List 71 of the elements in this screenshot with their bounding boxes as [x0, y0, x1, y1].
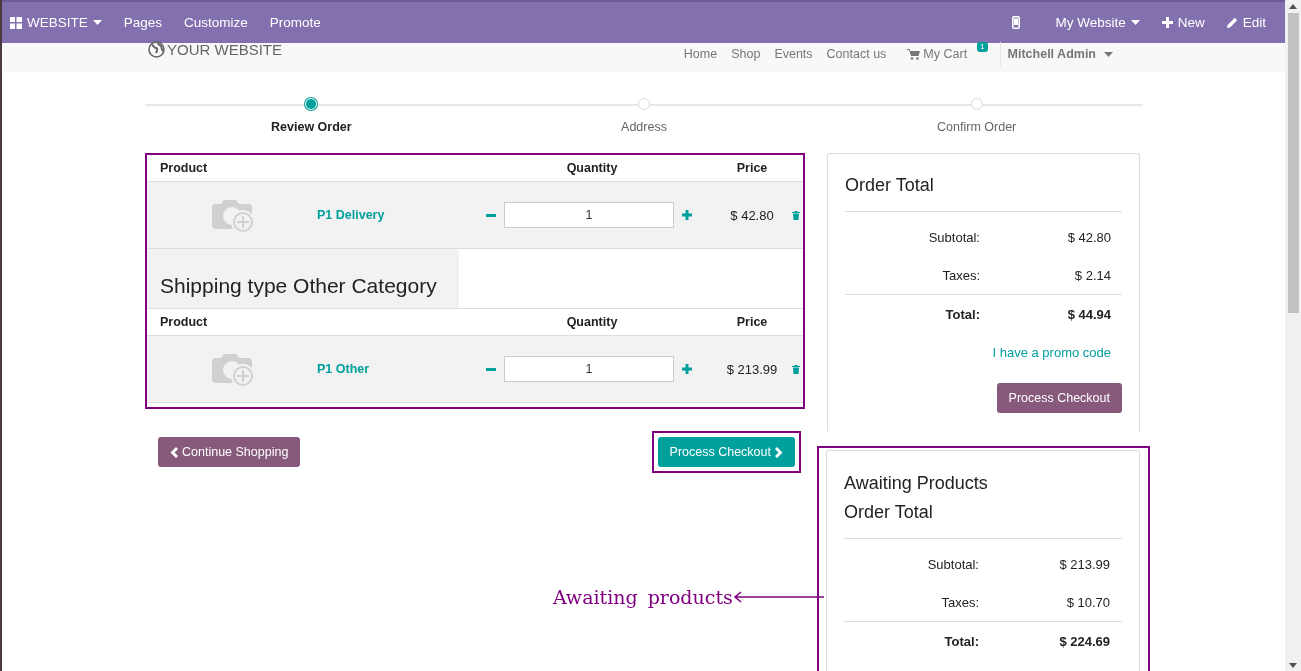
pencil-icon — [1226, 17, 1238, 28]
mobile-icon[interactable] — [1012, 16, 1021, 29]
nav-link[interactable]: Contact us — [819, 47, 894, 61]
cart-count-badge: 1 — [977, 42, 988, 52]
total-label: Taxes: — [941, 267, 980, 283]
cart-link[interactable]: My Cart — [900, 47, 975, 61]
total-label: Subtotal: — [927, 229, 980, 245]
menu-item[interactable]: Promote — [258, 15, 332, 30]
price-cell-text: $ 42.80 — [729, 207, 775, 223]
total-value: $ 224.69 — [1058, 633, 1110, 649]
cart-icon — [907, 48, 921, 60]
column-header: Product — [159, 161, 209, 175]
total-value: $ 44.94 — [1066, 306, 1111, 322]
promo-code-link[interactable]: I have a promo code — [992, 345, 1111, 360]
trash-icon[interactable] — [792, 364, 800, 374]
globe-icon — [148, 41, 165, 58]
total-value: $ 10.70 — [1065, 594, 1110, 610]
total-label: Total: — [944, 306, 980, 322]
total-label: Taxes: — [940, 594, 979, 610]
user-menu[interactable]: Mitchell Admin — [999, 42, 1120, 66]
nav-link[interactable]: Home — [676, 47, 725, 61]
product-link[interactable]: P1 Other — [317, 362, 370, 376]
column-header: Quantity — [565, 315, 619, 329]
caret-icon — [1104, 51, 1113, 57]
menu-item[interactable]: Customize — [173, 15, 259, 30]
grid-icon — [10, 16, 22, 29]
scroll-up-icon[interactable] — [1289, 4, 1297, 9]
column-header: Product — [159, 315, 209, 329]
edit-button[interactable]: Edit — [1215, 15, 1277, 30]
app-menu[interactable]: WEBSITE — [10, 15, 113, 30]
caret-icon — [1130, 20, 1140, 25]
quantity-field[interactable]: 1 — [504, 356, 674, 382]
total-label: Total: — [943, 633, 979, 649]
nav-link[interactable]: Shop — [724, 47, 768, 61]
total-value: $ 2.14 — [1073, 267, 1111, 283]
total-value: $ 213.99 — [1058, 556, 1110, 572]
plus-icon — [1161, 17, 1173, 28]
continue-shopping-button[interactable]: Continue Shopping — [158, 437, 301, 467]
total-label: Subtotal: — [926, 556, 979, 572]
website-menu[interactable]: My Website — [1044, 15, 1151, 30]
plus-icon[interactable] — [682, 364, 692, 374]
nav-link[interactable]: Events — [767, 47, 820, 61]
menu-item[interactable]: Pages — [112, 15, 174, 30]
minus-icon[interactable] — [486, 367, 496, 371]
step-label: Confirm Order — [937, 120, 1017, 134]
step-label: Review Order — [271, 120, 352, 134]
plus-icon[interactable] — [682, 210, 692, 220]
process-checkout-button[interactable]: Process Checkout — [996, 383, 1122, 413]
price-cell-text: $ 213.99 — [725, 361, 779, 377]
card-title: Awaiting Products — [844, 472, 989, 495]
process-checkout-button[interactable]: Process Checkout — [657, 437, 795, 467]
chevron-right-icon — [775, 446, 783, 458]
chevron-left-icon — [170, 446, 178, 458]
total-value: $ 42.80 — [1066, 229, 1111, 245]
scroll-down-icon[interactable] — [1289, 663, 1297, 668]
scrollbar[interactable] — [1285, 0, 1301, 671]
column-header: Quantity — [565, 161, 619, 175]
quantity-field[interactable]: 1 — [504, 202, 674, 228]
trash-icon[interactable] — [792, 210, 800, 220]
column-header: Price — [735, 315, 769, 329]
annotation-text: Awaiting products — [553, 586, 733, 608]
card-title: Order Total — [845, 174, 935, 197]
logo-text[interactable]: YOUR WEBSITE — [167, 41, 282, 58]
card-subtitle: Order Total — [844, 501, 934, 524]
minus-icon[interactable] — [486, 213, 496, 217]
column-header: Price — [735, 161, 769, 175]
section-title: Shipping type Other Category — [147, 249, 459, 308]
step-label: Address — [621, 120, 667, 134]
caret-icon — [92, 20, 102, 25]
new-button[interactable]: New — [1150, 15, 1216, 30]
product-link[interactable]: P1 Delivery — [317, 208, 385, 222]
